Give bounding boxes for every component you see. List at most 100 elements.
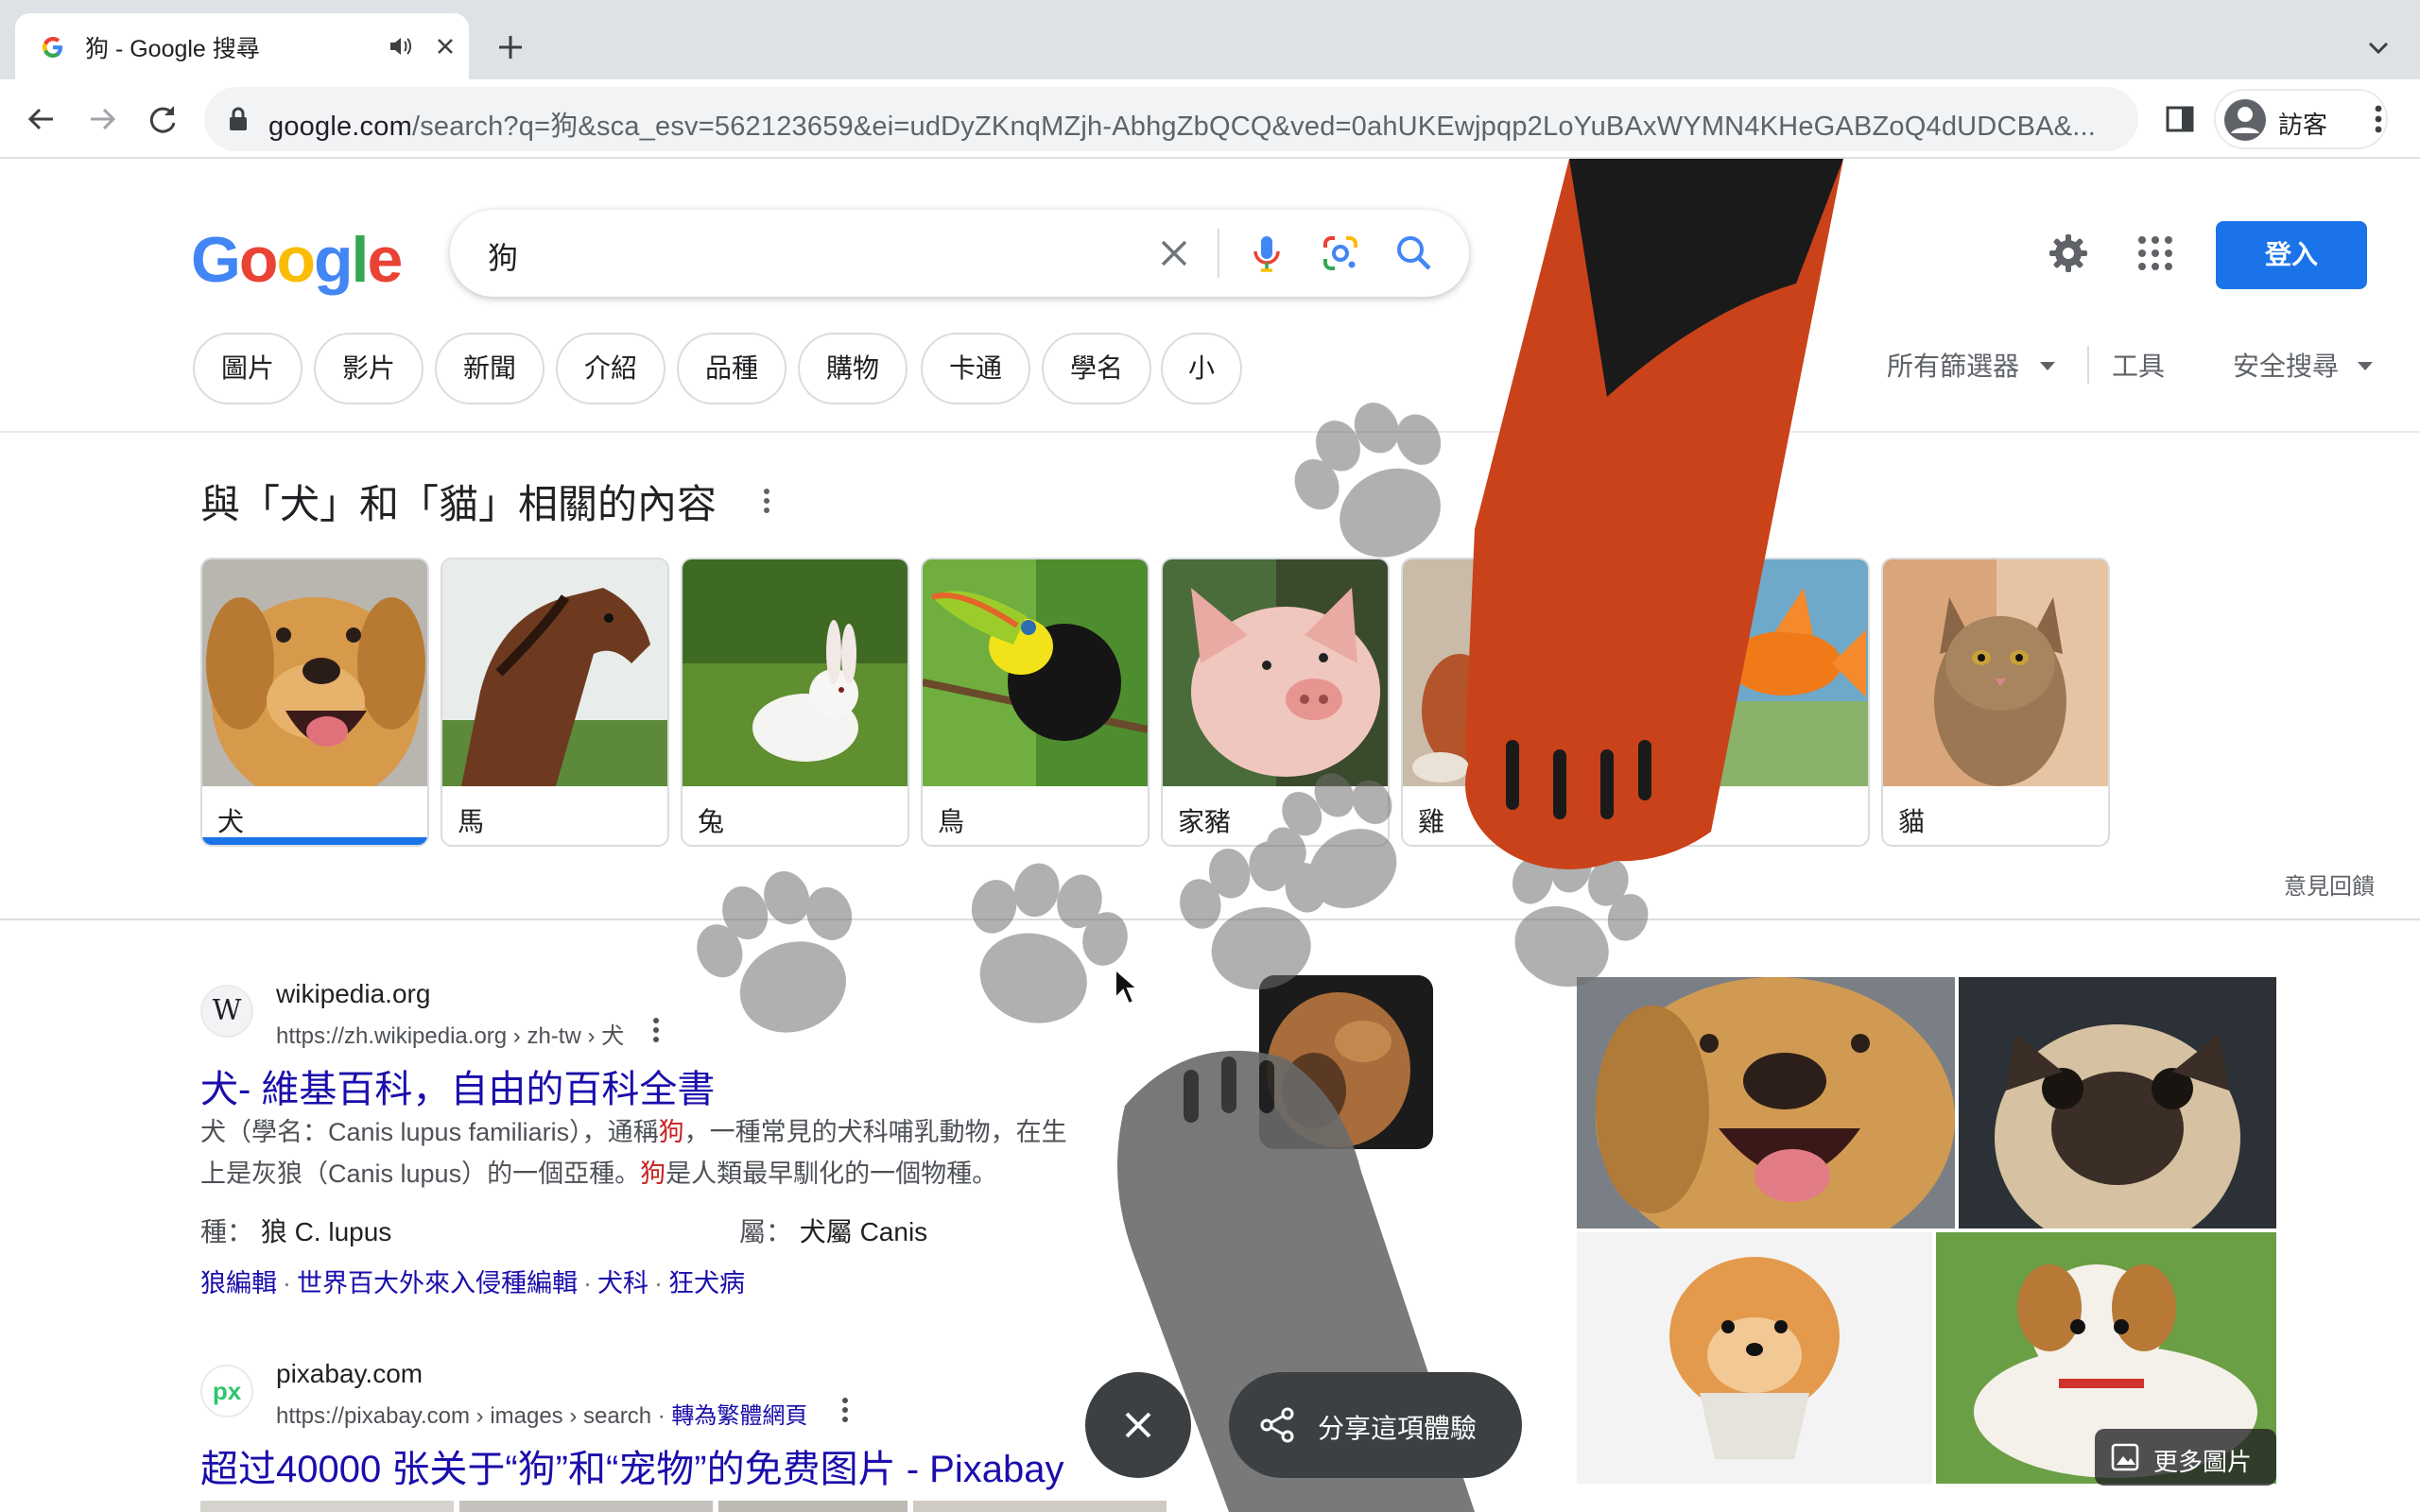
settings-gear-icon[interactable] — [2046, 231, 2091, 276]
safesearch-button[interactable]: 安全搜尋 — [2233, 346, 2339, 384]
image-strip-thumb[interactable] — [913, 1501, 1167, 1512]
fact-value: 狼 C. lupus — [260, 1217, 392, 1246]
more-options-icon[interactable] — [756, 484, 777, 518]
more-menu-icon[interactable] — [2360, 100, 2397, 138]
result-url[interactable]: https://zh.wikipedia.org › zh-tw › 犬 — [276, 1017, 624, 1050]
section-divider — [0, 919, 2420, 920]
forward-arrow-icon[interactable] — [81, 98, 123, 140]
result-more-icon[interactable] — [838, 1395, 853, 1425]
lock-icon[interactable] — [225, 106, 251, 132]
dog-photo — [202, 559, 427, 786]
pomeranian-photo — [1577, 1232, 1932, 1484]
snippet-highlight: 狗 — [640, 1160, 666, 1188]
cat-photo — [1883, 559, 2108, 786]
speaker-icon[interactable] — [386, 32, 414, 60]
related-card-label: 犬 — [217, 807, 245, 836]
related-card-cat[interactable]: 貓 — [1881, 558, 2110, 847]
related-card-label: 雞 — [1418, 807, 1445, 836]
pixabay-site-icon[interactable]: px — [200, 1365, 253, 1418]
image-icon — [2111, 1443, 2139, 1471]
google-apps-grid-icon[interactable] — [2135, 232, 2176, 274]
pug-photo — [1959, 977, 2276, 1228]
chip-images[interactable]: 圖片 — [193, 333, 302, 404]
wikipedia-site-icon[interactable]: W — [200, 985, 253, 1038]
chip-videos[interactable]: 影片 — [314, 333, 424, 404]
url-path: /search?q=狗&sca_esv=562123659&ei=udDyZKn… — [411, 112, 2096, 142]
paw-print-icon — [1275, 381, 1479, 584]
result-title-link[interactable]: 超过40000 张关于“狗”和“宠物”的免费图片 - Pixabay — [200, 1438, 1063, 1493]
fact-value: 犬屬 Canis — [799, 1217, 928, 1246]
tab-strip: 狗 - Google 搜尋 — [0, 0, 2420, 79]
reload-icon[interactable] — [142, 98, 183, 140]
search-icon[interactable] — [1392, 231, 1437, 276]
result-url[interactable]: https://pixabay.com › images › search · … — [276, 1397, 807, 1430]
side-panel-icon[interactable] — [2161, 100, 2199, 138]
sitelink[interactable]: 狼編輯 — [200, 1269, 277, 1297]
profile-label: 訪客 — [2278, 111, 2328, 139]
related-card-goldfish[interactable] — [1641, 558, 1870, 847]
golden-retriever-photo — [1577, 977, 1955, 1228]
related-card-dog[interactable]: 犬 — [200, 558, 429, 847]
tab-title: 狗 - Google 搜尋 — [85, 36, 260, 62]
more-images-button[interactable]: 更多圖片 — [2095, 1429, 2276, 1486]
related-card-label: 馬 — [458, 807, 485, 836]
tools-button[interactable]: 工具 — [2112, 346, 2165, 384]
image-grid-pomeranian[interactable] — [1577, 1232, 1932, 1484]
google-lens-icon[interactable] — [1318, 231, 1363, 276]
filter-divider — [2087, 346, 2089, 384]
related-card-pig[interactable]: 家豬 — [1161, 558, 1390, 847]
search-query[interactable]: 狗 — [488, 234, 518, 278]
sitelink[interactable]: 世界百大外來入侵種編輯 — [297, 1269, 578, 1297]
related-card-horse[interactable]: 馬 — [441, 558, 669, 847]
chip-intro[interactable]: 介紹 — [556, 333, 666, 404]
result-thumbnail[interactable] — [1259, 975, 1433, 1149]
tab-search-chevron-icon[interactable] — [2360, 28, 2397, 66]
result-title-link[interactable]: 犬- 維基百科，自由的百科全書 — [200, 1058, 715, 1113]
close-tab-icon[interactable] — [431, 32, 459, 60]
selected-indicator — [202, 837, 427, 845]
result-site-name[interactable]: pixabay.com — [276, 1359, 423, 1389]
browser-tab[interactable]: 狗 - Google 搜尋 — [15, 13, 469, 79]
google-favicon-icon — [43, 37, 62, 58]
share-experience-button[interactable]: 分享這項體驗 — [1229, 1372, 1522, 1478]
chip-breeds[interactable]: 品種 — [677, 333, 786, 404]
search-box[interactable]: 狗 — [450, 210, 1469, 297]
result-site-name[interactable]: wikipedia.org — [276, 979, 430, 1009]
paw-print-icon — [680, 852, 885, 1056]
url-text[interactable]: google.com/search?q=狗&sca_esv=562123659&… — [268, 104, 2096, 144]
feedback-link[interactable]: 意見回饋 — [2284, 868, 2375, 901]
related-card-chicken[interactable]: 雞 — [1401, 558, 1630, 847]
sitelink-separator: · — [283, 1269, 291, 1297]
back-arrow-icon[interactable] — [21, 98, 62, 140]
image-strip-thumb[interactable] — [718, 1501, 908, 1512]
related-card-rabbit[interactable]: 兔 — [681, 558, 909, 847]
caret-down-icon — [2040, 362, 2055, 370]
image-strip-thumb[interactable] — [200, 1501, 454, 1512]
related-card-label: 兔 — [698, 807, 725, 836]
close-doodle-button[interactable] — [1085, 1372, 1191, 1478]
sitelink[interactable]: 犬科 — [597, 1269, 648, 1297]
translate-link[interactable]: 轉為繁體網頁 — [671, 1403, 807, 1429]
snippet-text: ，一種常見的犬科哺乳動物，在生 — [683, 1118, 1067, 1146]
related-card-bird[interactable]: 鳥 — [921, 558, 1150, 847]
sitelink[interactable]: 狂犬病 — [668, 1269, 745, 1297]
image-strip-thumb[interactable] — [459, 1501, 713, 1512]
pig-photo — [1163, 559, 1388, 786]
chip-news[interactable]: 新聞 — [435, 333, 544, 404]
google-logo[interactable]: Google — [191, 223, 403, 297]
chip-cartoon[interactable]: 卡通 — [921, 333, 1030, 404]
new-tab-plus-icon[interactable] — [492, 28, 529, 66]
address-bar[interactable]: google.com/search?q=狗&sca_esv=562123659&… — [204, 87, 2138, 151]
result-more-icon[interactable] — [648, 1015, 664, 1045]
clear-search-icon[interactable] — [1153, 232, 1195, 274]
image-grid-golden-retriever[interactable] — [1577, 977, 1955, 1228]
chip-scientific-name[interactable]: 學名 — [1042, 333, 1151, 404]
sign-in-button[interactable]: 登入 — [2216, 221, 2367, 289]
microphone-icon[interactable] — [1244, 231, 1289, 276]
fact-species: 種： 狼 C. lupus — [200, 1211, 391, 1249]
chip-small[interactable]: 小 — [1161, 333, 1242, 404]
all-filters-button[interactable]: 所有篩選器 — [1887, 346, 2019, 384]
chip-shopping[interactable]: 購物 — [798, 333, 908, 404]
image-grid-pug[interactable] — [1959, 977, 2276, 1228]
browser-toolbar: google.com/search?q=狗&sca_esv=562123659&… — [0, 79, 2420, 159]
